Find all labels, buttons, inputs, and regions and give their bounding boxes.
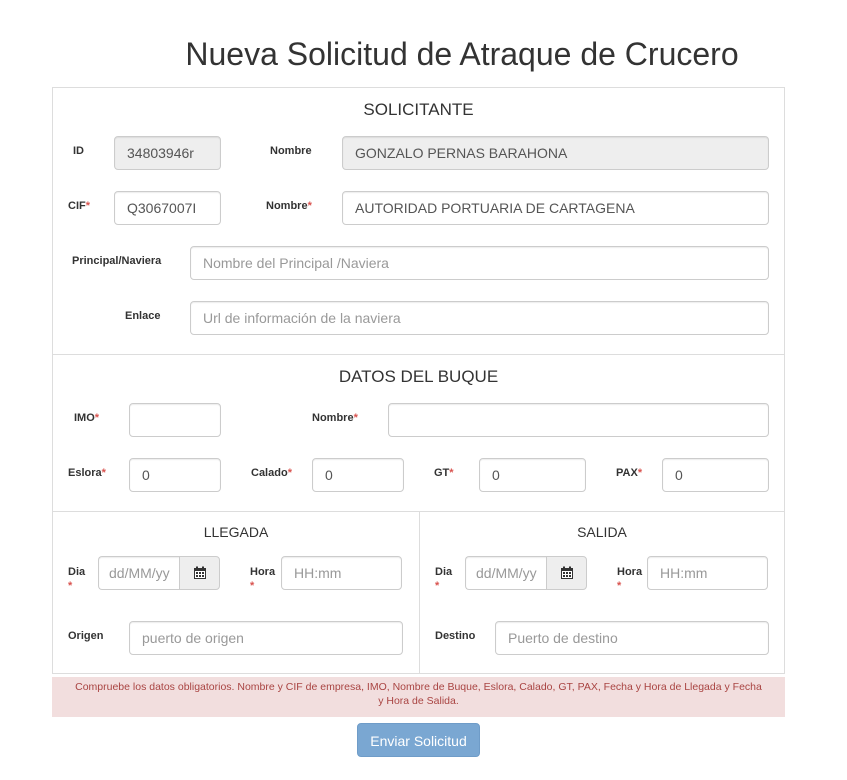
calendar-icon bbox=[193, 566, 206, 579]
id-field[interactable] bbox=[114, 136, 221, 170]
required-mark: * bbox=[68, 580, 73, 592]
solicitante-nombre-field[interactable] bbox=[342, 136, 769, 170]
calado-label: Calado* bbox=[251, 467, 292, 479]
required-mark: * bbox=[353, 412, 358, 424]
pax-input[interactable] bbox=[662, 458, 769, 492]
salida-dia-input[interactable] bbox=[465, 556, 547, 590]
destino-label: Destino bbox=[435, 630, 476, 642]
imo-label: IMO* bbox=[74, 412, 100, 424]
origen-input[interactable] bbox=[129, 621, 403, 655]
required-mark: * bbox=[307, 200, 312, 212]
enlace-input[interactable] bbox=[190, 301, 769, 335]
salida-title: SALIDA bbox=[577, 524, 627, 540]
pax-label: PAX* bbox=[616, 467, 643, 479]
destino-input[interactable] bbox=[495, 621, 769, 655]
solicitante-nombre-label: Nombre bbox=[270, 145, 312, 157]
origen-label: Origen bbox=[68, 630, 104, 642]
required-mark: * bbox=[617, 580, 622, 592]
llegada-dia-label: Dia * bbox=[68, 566, 86, 592]
cif-field[interactable] bbox=[114, 191, 221, 225]
salida-hora-input[interactable] bbox=[647, 556, 768, 590]
buque-nombre-input[interactable] bbox=[388, 403, 769, 437]
submit-button[interactable]: Enviar Solicitud bbox=[357, 723, 480, 757]
required-mark: * bbox=[85, 200, 91, 212]
llegada-calendar-button[interactable] bbox=[179, 556, 220, 590]
llegada-hora-label: Hora * bbox=[250, 566, 276, 592]
id-label: ID bbox=[73, 145, 84, 157]
required-mark: * bbox=[449, 467, 454, 479]
required-mark: * bbox=[94, 412, 100, 424]
buque-nombre-label: Nombre* bbox=[312, 412, 358, 424]
validation-alert: Compruebe los datos obligatorios. Nombre… bbox=[52, 677, 785, 717]
imo-input[interactable] bbox=[129, 403, 221, 437]
required-mark: * bbox=[250, 580, 255, 592]
principal-input[interactable] bbox=[190, 246, 769, 280]
salida-calendar-button[interactable] bbox=[546, 556, 587, 590]
solicitante-title: SOLICITANTE bbox=[363, 100, 474, 119]
llegada-dia-input[interactable] bbox=[98, 556, 180, 590]
enlace-label: Enlace bbox=[125, 310, 161, 322]
salida-dia-label: Dia * bbox=[435, 566, 453, 592]
gt-input[interactable] bbox=[479, 458, 586, 492]
page-title: Nueva Solicitud de Atraque de Crucero bbox=[185, 36, 739, 72]
llegada-hora-input[interactable] bbox=[281, 556, 402, 590]
empresa-nombre-field[interactable] bbox=[342, 191, 769, 225]
required-mark: * bbox=[287, 467, 292, 479]
salida-hora-label: Hora * bbox=[617, 566, 643, 592]
calado-input[interactable] bbox=[312, 458, 404, 492]
eslora-input[interactable] bbox=[129, 458, 221, 492]
calendar-icon bbox=[560, 566, 573, 579]
gt-label: GT* bbox=[434, 467, 454, 479]
cif-label: CIF* bbox=[68, 200, 91, 212]
required-mark: * bbox=[435, 580, 440, 592]
required-mark: * bbox=[637, 467, 643, 479]
principal-label: Principal/Naviera bbox=[72, 255, 162, 267]
llegada-title: LLEGADA bbox=[203, 524, 269, 540]
required-mark: * bbox=[101, 467, 106, 479]
buque-title: DATOS DEL BUQUE bbox=[338, 367, 499, 386]
eslora-label: Eslora* bbox=[68, 467, 106, 479]
empresa-nombre-label: Nombre* bbox=[266, 200, 312, 212]
